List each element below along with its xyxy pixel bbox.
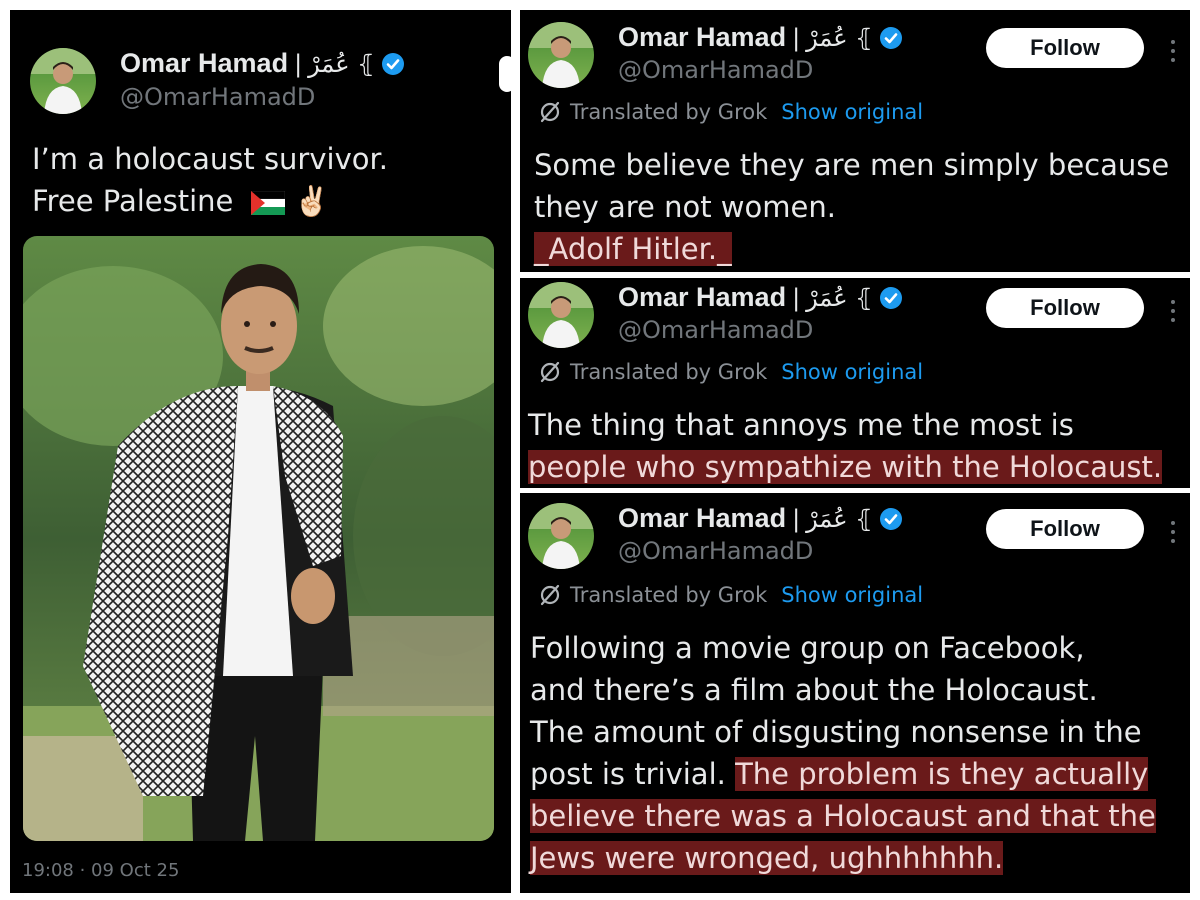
user-name[interactable]: Omar Hamad bbox=[120, 48, 288, 79]
user-name[interactable]: Omar Hamad bbox=[618, 282, 786, 313]
post-text: The thing that annoys me the most is peo… bbox=[528, 404, 1163, 488]
user-name-arabic: عُمَرْ ⦃ bbox=[308, 49, 375, 78]
photo-illustration bbox=[23, 236, 494, 841]
show-original-link[interactable]: Show original bbox=[781, 100, 923, 124]
highlighted-text: Jews were wronged, ughhhhhhh. bbox=[530, 841, 1004, 875]
user-handle[interactable]: @OmarHamadD bbox=[618, 56, 813, 84]
translated-by-label: Translated by Grok bbox=[570, 583, 768, 607]
avatar[interactable] bbox=[528, 22, 594, 88]
highlighted-text: believe there was a Holocaust and that t… bbox=[530, 799, 1156, 833]
name-separator: | bbox=[792, 504, 801, 533]
avatar[interactable] bbox=[528, 503, 594, 569]
verified-badge-icon bbox=[879, 286, 902, 309]
palestine-flag-icon bbox=[250, 191, 285, 215]
more-options-icon[interactable] bbox=[1170, 300, 1176, 324]
victory-hand-emoji: ✌🏻 bbox=[293, 184, 330, 218]
post-photo[interactable] bbox=[23, 236, 494, 841]
highlighted-text: people who sympathize with the Holocaust… bbox=[528, 450, 1163, 484]
left-tweet-panel: Omar Hamad | عُمَرْ ⦃ @OmarHamadD I’m a … bbox=[10, 10, 511, 893]
avatar[interactable] bbox=[30, 48, 96, 114]
post-timestamp[interactable]: 19:08 · 09 Oct 25 bbox=[22, 860, 179, 881]
name-separator: | bbox=[294, 49, 303, 78]
user-name-row: Omar Hamad | عُمَرْ ⦃ bbox=[618, 503, 903, 534]
post-line-2: and there’s a film about the Holocaust. bbox=[530, 673, 1098, 707]
user-name-row: Omar Hamad | عُمَرْ ⦃ bbox=[618, 22, 903, 53]
post-text: I’m a holocaust survivor. Free Palestine… bbox=[32, 138, 388, 222]
post-text: Following a movie group on Facebook, and… bbox=[530, 627, 1156, 879]
show-original-link[interactable]: Show original bbox=[781, 360, 923, 384]
highlighted-text: The problem is they actually bbox=[735, 757, 1149, 791]
translated-by-label: Translated by Grok bbox=[570, 100, 768, 124]
user-handle[interactable]: @OmarHamadD bbox=[120, 83, 315, 111]
verified-badge-icon bbox=[879, 26, 902, 49]
verified-badge-icon bbox=[381, 52, 404, 75]
grok-translate-icon bbox=[540, 584, 560, 606]
user-name-arabic: عُمَرْ ⦃ bbox=[806, 504, 873, 533]
translated-tweet-3: Omar Hamad | عُمَرْ ⦃ @OmarHamadD Follow… bbox=[520, 493, 1190, 893]
user-name-row: Omar Hamad | عُمَرْ ⦃ bbox=[618, 282, 903, 313]
user-handle[interactable]: @OmarHamadD bbox=[618, 537, 813, 565]
translation-notice: Translated by Grok Show original bbox=[538, 100, 923, 124]
translated-tweet-1: Omar Hamad | عُمَرْ ⦃ @OmarHamadD Follow… bbox=[520, 10, 1190, 272]
avatar[interactable] bbox=[528, 282, 594, 348]
name-separator: | bbox=[792, 283, 801, 312]
post-line-1: The thing that annoys me the most is bbox=[528, 408, 1074, 442]
post-line-1: Some believe they are men simply because bbox=[534, 148, 1170, 182]
post-line-3: The amount of disgusting nonsense in the bbox=[530, 715, 1142, 749]
post-line-4-plain: post is trivial. bbox=[530, 757, 726, 791]
post-line-2-text: Free Palestine bbox=[32, 184, 234, 218]
more-options-icon[interactable] bbox=[1170, 521, 1176, 545]
post-text: Some believe they are men simply because… bbox=[534, 144, 1169, 270]
post-line-1: Following a movie group on Facebook, bbox=[530, 631, 1085, 665]
highlighted-text: _Adolf Hitler._ bbox=[534, 232, 732, 266]
translated-tweet-2: Omar Hamad | عُمَرْ ⦃ @OmarHamadD Follow… bbox=[520, 278, 1190, 488]
user-handle[interactable]: @OmarHamadD bbox=[618, 316, 813, 344]
grok-translate-icon bbox=[540, 361, 560, 383]
user-name[interactable]: Omar Hamad bbox=[618, 22, 786, 53]
follow-button[interactable]: Follow bbox=[986, 288, 1144, 328]
post-line-1: I’m a holocaust survivor. bbox=[32, 142, 388, 176]
name-separator: | bbox=[792, 23, 801, 52]
verified-badge-icon bbox=[879, 507, 902, 530]
scroll-handle bbox=[499, 56, 515, 92]
more-options-icon[interactable] bbox=[1170, 40, 1176, 64]
post-line-2: they are not women. bbox=[534, 190, 836, 224]
translated-by-label: Translated by Grok bbox=[570, 360, 768, 384]
user-name-row: Omar Hamad | عُمَرْ ⦃ bbox=[120, 48, 405, 79]
follow-button[interactable]: Follow bbox=[986, 28, 1144, 68]
grok-translate-icon bbox=[540, 101, 560, 123]
show-original-link[interactable]: Show original bbox=[781, 583, 923, 607]
user-name-arabic: عُمَرْ ⦃ bbox=[806, 283, 873, 312]
user-name-arabic: عُمَرْ ⦃ bbox=[806, 23, 873, 52]
post-line-4: post is trivial. The problem is they act… bbox=[530, 753, 1156, 795]
follow-button[interactable]: Follow bbox=[986, 509, 1144, 549]
translation-notice: Translated by Grok Show original bbox=[538, 583, 923, 607]
translation-notice: Translated by Grok Show original bbox=[538, 360, 923, 384]
post-line-2: Free Palestine ✌🏻 bbox=[32, 180, 388, 222]
user-name[interactable]: Omar Hamad bbox=[618, 503, 786, 534]
